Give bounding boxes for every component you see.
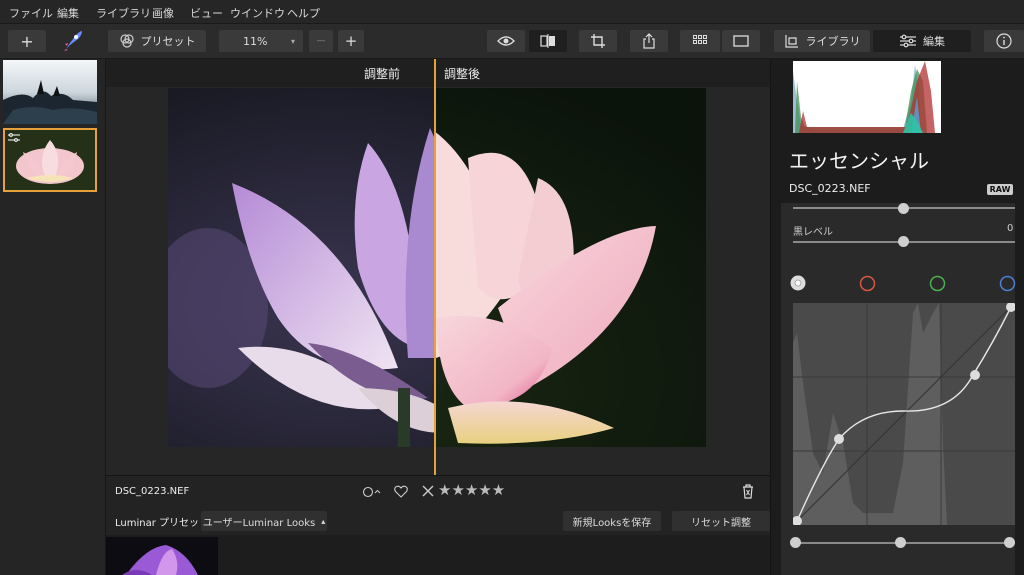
before-label: 調整前 bbox=[364, 67, 401, 81]
preset-thumbnails bbox=[106, 535, 770, 575]
preset-label: プリセット bbox=[140, 35, 196, 48]
zoom-in-button[interactable]: + bbox=[338, 30, 364, 52]
image-viewer: 調整前 調整後 bbox=[106, 59, 770, 475]
split-view-icon bbox=[540, 34, 555, 48]
reset-adjustments-label: リセット調整 bbox=[691, 517, 751, 529]
star-rating[interactable]: ★★★★★ bbox=[438, 481, 505, 499]
save-looks-label: 新規Looksを保存 bbox=[572, 517, 652, 529]
preset-bar: Luminar プリセット ユーザーLuminar Looks ▴ 新規Look… bbox=[106, 507, 770, 535]
preset-thumbnail-photo bbox=[106, 537, 218, 575]
rgb-channel-icon[interactable] bbox=[790, 275, 806, 291]
preset-button[interactable]: プリセット bbox=[108, 30, 206, 52]
toolbar: + プリセット 11% ▾ — + ライブラリ 編集 bbox=[0, 24, 1024, 59]
exposure-slider-knob[interactable] bbox=[898, 203, 909, 214]
library-icon bbox=[784, 35, 798, 48]
menu-window[interactable]: ウインドウ bbox=[230, 5, 285, 21]
grid-icon bbox=[693, 35, 707, 44]
lotus-photo bbox=[168, 88, 706, 447]
thumbnail-coast[interactable] bbox=[3, 60, 97, 124]
single-view-button[interactable] bbox=[722, 30, 760, 52]
rocket-icon[interactable] bbox=[62, 29, 84, 53]
filename-label: DSC_0223.NEF bbox=[115, 486, 190, 497]
tab-edit[interactable]: 編集 bbox=[873, 30, 971, 52]
preset-icon bbox=[119, 34, 134, 48]
filmstrip bbox=[0, 59, 106, 575]
edit-panel: エッセンシャル DSC_0223.NEF RAW 黒レベル 0 bbox=[770, 59, 1024, 575]
curve-shadow-knob[interactable] bbox=[790, 537, 801, 548]
preset-category-value: ユーザーLuminar Looks bbox=[202, 517, 316, 529]
zoom-out-label: — bbox=[316, 36, 326, 46]
crop-icon bbox=[591, 34, 605, 48]
reject-icon[interactable] bbox=[422, 485, 434, 497]
preset-thumbnail[interactable] bbox=[106, 537, 218, 575]
red-channel-icon[interactable] bbox=[859, 275, 876, 292]
menu-file[interactable]: ファイル bbox=[9, 5, 53, 21]
preset-category-select[interactable]: ユーザーLuminar Looks ▴ bbox=[201, 511, 327, 531]
curve-midtone-knob[interactable] bbox=[895, 537, 906, 548]
histogram bbox=[793, 61, 941, 133]
image-info-bar: DSC_0223.NEF ★★★★★ bbox=[106, 475, 770, 507]
blue-channel-icon[interactable] bbox=[999, 275, 1016, 292]
sliders-icon bbox=[900, 34, 916, 48]
share-icon bbox=[643, 33, 655, 49]
trash-icon[interactable] bbox=[742, 484, 754, 499]
black-level-value: 0 bbox=[1007, 223, 1014, 234]
tone-curve[interactable] bbox=[792, 302, 1016, 526]
black-level-slider-knob[interactable] bbox=[898, 236, 909, 247]
reset-adjustments-button[interactable]: リセット調整 bbox=[672, 511, 770, 531]
coast-photo bbox=[3, 60, 97, 124]
menu-image[interactable]: 画像 bbox=[152, 5, 174, 21]
library-tab-label: ライブラリ bbox=[805, 35, 861, 48]
edited-sliders-icon bbox=[8, 133, 20, 142]
zoom-value: 11% bbox=[243, 34, 268, 48]
luminar-presets-label: Luminar プリセット bbox=[115, 518, 210, 529]
zoom-out-button[interactable]: — bbox=[309, 30, 333, 52]
menu-bar: ファイル 編集 ライブラリ 画像 ビュー ウインドウ ヘルプ bbox=[0, 0, 1024, 24]
single-image-icon bbox=[733, 35, 749, 47]
eye-icon bbox=[497, 36, 515, 46]
edit-tab-label: 編集 bbox=[923, 35, 945, 48]
compare-split-button[interactable] bbox=[529, 30, 567, 52]
before-after-bar: 調整前 調整後 bbox=[106, 59, 770, 87]
add-image-button[interactable]: + bbox=[8, 30, 46, 52]
grid-view-button[interactable] bbox=[680, 30, 720, 52]
menu-help[interactable]: ヘルプ bbox=[287, 5, 320, 21]
info-icon bbox=[996, 33, 1012, 49]
zoom-select[interactable]: 11% ▾ bbox=[219, 30, 303, 52]
thumbnail-lotus-selected[interactable] bbox=[3, 128, 97, 192]
black-level-label: 黒レベル bbox=[793, 227, 833, 238]
tab-library[interactable]: ライブラリ bbox=[774, 30, 870, 52]
raw-badge: RAW bbox=[987, 184, 1013, 195]
menu-library[interactable]: ライブラリ bbox=[96, 5, 151, 21]
panel-filename: DSC_0223.NEF bbox=[789, 182, 871, 195]
essentials-tools: 黒レベル 0 bbox=[781, 203, 1016, 575]
panel-title: エッセンシャル bbox=[789, 149, 929, 173]
share-button[interactable] bbox=[630, 30, 668, 52]
crop-button[interactable] bbox=[579, 30, 617, 52]
heart-icon[interactable] bbox=[394, 485, 408, 498]
after-label: 調整後 bbox=[444, 67, 481, 81]
zoom-in-label: + bbox=[344, 32, 358, 50]
chevron-down-icon: ▾ bbox=[290, 36, 295, 46]
menu-edit[interactable]: 編集 bbox=[57, 5, 79, 21]
menu-view[interactable]: ビュー bbox=[190, 5, 223, 21]
compare-divider-handle[interactable] bbox=[434, 59, 436, 475]
chevron-up-icon: ▴ bbox=[321, 516, 326, 526]
color-label-icon[interactable] bbox=[362, 486, 384, 498]
curve-highlight-knob[interactable] bbox=[1004, 537, 1015, 548]
green-channel-icon[interactable] bbox=[929, 275, 946, 292]
add-label: + bbox=[20, 31, 34, 51]
preview-eye-button[interactable] bbox=[487, 30, 525, 52]
save-looks-button[interactable]: 新規Looksを保存 bbox=[563, 511, 661, 531]
info-button[interactable] bbox=[984, 30, 1024, 52]
